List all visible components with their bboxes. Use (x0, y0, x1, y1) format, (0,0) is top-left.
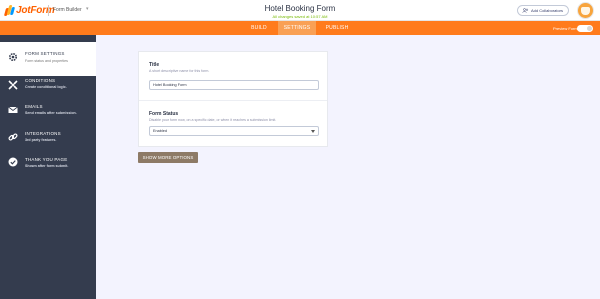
users-icon (522, 8, 529, 13)
form-status-select[interactable]: Enabled (149, 126, 319, 136)
top-header: JotForm Form Builder ▾ Hotel Booking For… (0, 0, 600, 21)
title-label: Title (149, 62, 160, 68)
panel-divider (139, 100, 327, 101)
chevron-down-icon[interactable]: ▾ (86, 6, 89, 12)
toggle-knob (587, 26, 592, 31)
sidebar-item-title: INTEGRATIONS (25, 131, 61, 136)
add-collaborators-label: Add Collaborators (531, 8, 564, 13)
sidebar-item-title: THANK YOU PAGE (25, 157, 68, 162)
envelope-icon (8, 106, 18, 113)
save-status: All changes saved at 10:57 AM (272, 14, 328, 19)
form-title[interactable]: Hotel Booking Form (200, 4, 400, 13)
add-collaborators-button[interactable]: Add Collaborators (517, 5, 569, 16)
sidebar-item-subtitle: Shown after form submit. (25, 164, 69, 168)
tab-publish[interactable]: PUBLISH (320, 21, 354, 35)
tab-build[interactable]: BUILD (245, 21, 273, 35)
chevron-down-icon (311, 130, 315, 133)
gear-icon (8, 52, 18, 62)
check-circle-icon (8, 157, 18, 167)
sidebar-item-thank-you-page[interactable]: THANK YOU PAGE Shown after form submit. (0, 155, 96, 188)
title-description: A short descriptive name for this form. (149, 69, 210, 73)
sidebar-item-subtitle: Form status and properties (25, 59, 68, 63)
form-status-description: Disable your form now, on a specific dat… (149, 118, 277, 122)
builder-nav: BUILD SETTINGS PUBLISH Preview Form (0, 21, 600, 35)
sidebar-item-subtitle: Send emails after submission. (25, 111, 77, 115)
link-icon (8, 133, 18, 141)
header-divider (48, 5, 49, 16)
sidebar-item-form-settings[interactable]: FORM SETTINGS Form status and properties (0, 42, 96, 76)
show-more-options-button[interactable]: SHOW MORE OPTIONS (138, 152, 198, 163)
form-settings-panel: Title A short descriptive name for this … (138, 51, 328, 147)
tab-settings[interactable]: SETTINGS (278, 21, 316, 35)
preview-form-label: Preview Form (553, 26, 578, 31)
settings-sidebar: FORM SETTINGS Form status and properties… (0, 35, 96, 299)
avatar-image (581, 6, 590, 15)
sidebar-item-subtitle: 3rd party features. (25, 138, 57, 142)
logo-mark-icon (3, 5, 16, 16)
sidebar-item-title: FORM SETTINGS (25, 51, 65, 56)
sidebar-item-subtitle: Create conditional logic. (25, 85, 67, 89)
preview-form-toggle[interactable] (577, 25, 593, 32)
form-status-label: Form Status (149, 111, 179, 117)
conditions-icon (8, 80, 18, 90)
form-status-value: Enabled (153, 129, 167, 133)
title-input[interactable] (149, 80, 319, 90)
avatar[interactable] (577, 2, 594, 19)
sidebar-item-title: CONDITIONS (25, 78, 56, 83)
sidebar-item-title: EMAILS (25, 104, 43, 109)
app-name[interactable]: Form Builder (53, 7, 82, 13)
